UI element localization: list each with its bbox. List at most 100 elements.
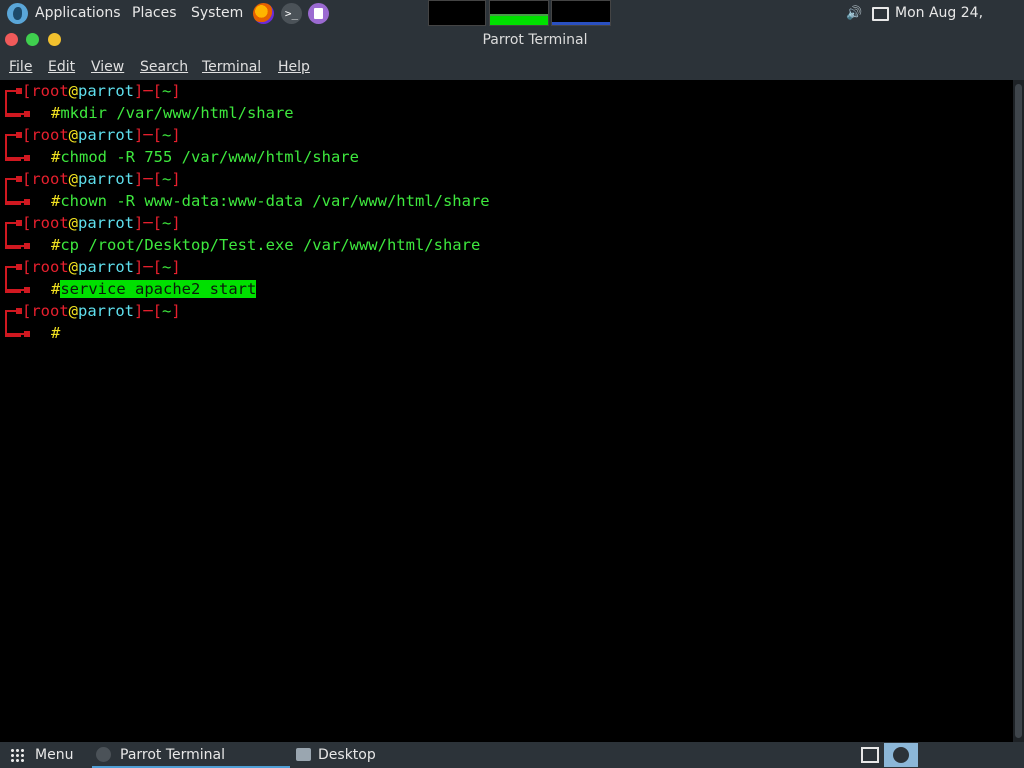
task-desktop[interactable]: Desktop <box>292 742 490 768</box>
prompt-dir: ~ <box>162 126 172 144</box>
terminal-scrollbar[interactable] <box>1013 80 1024 742</box>
prompt-line-icon <box>5 308 22 314</box>
prompt-close-bracket: ] <box>171 258 181 276</box>
terminal-tray-icon[interactable] <box>884 743 918 767</box>
display-icon[interactable] <box>872 7 889 21</box>
task-label: Desktop <box>318 747 376 763</box>
prompt-close-bracket: ] <box>171 82 181 100</box>
menu-view[interactable]: View <box>91 54 124 80</box>
prompt-line: [root@parrot]─[~] <box>22 124 181 146</box>
menubar: File Edit View Search Terminal Help <box>0 54 1024 80</box>
command-text: cp /root/Desktop/Test.exe /var/www/html/… <box>60 236 481 254</box>
prompt-open-bracket: [ <box>22 258 32 276</box>
prompt-host: parrot <box>78 302 135 320</box>
command-line: #chmod -R 755 /var/www/html/share <box>51 146 359 168</box>
prompt-line: [root@parrot]─[~] <box>22 168 181 190</box>
prompt-hash: # <box>51 324 61 342</box>
prompt-at: @ <box>68 170 79 188</box>
prompt-hash: # <box>51 280 61 298</box>
menu-edit[interactable]: Edit <box>48 54 75 80</box>
prompt-arrow-icon <box>5 331 30 337</box>
menu-search[interactable]: Search <box>140 54 188 80</box>
prompt-separator: ]─[ <box>134 302 163 320</box>
scrollbar-thumb[interactable] <box>1015 84 1022 738</box>
task-parrot-terminal[interactable]: Parrot Terminal <box>92 742 290 768</box>
command-line: # <box>51 322 60 344</box>
prompt-separator: ]─[ <box>134 82 163 100</box>
parrot-logo-icon[interactable] <box>7 3 28 24</box>
prompt-host: parrot <box>78 258 135 276</box>
prompt-host: parrot <box>78 170 135 188</box>
prompt-line-icon <box>5 220 22 226</box>
prompt-host: parrot <box>78 82 135 100</box>
prompt-user: root <box>31 214 69 232</box>
prompt-dir: ~ <box>162 214 172 232</box>
applications-menu[interactable]: Applications <box>35 0 121 27</box>
prompt-separator: ]─[ <box>134 214 163 232</box>
prompt-open-bracket: [ <box>22 126 32 144</box>
window-title: Parrot Terminal <box>482 32 588 48</box>
prompt-arrow-icon <box>5 111 30 117</box>
firefox-icon[interactable] <box>253 3 274 24</box>
menu-button[interactable]: Menu <box>35 742 73 768</box>
command-line: #cp /root/Desktop/Test.exe /var/www/html… <box>51 234 480 256</box>
window-titlebar[interactable]: Parrot Terminal <box>0 27 1024 54</box>
places-menu[interactable]: Places <box>132 0 177 27</box>
prompt-at: @ <box>68 302 79 320</box>
prompt-line: [root@parrot]─[~] <box>22 300 181 322</box>
prompt-host: parrot <box>78 126 135 144</box>
prompt-user: root <box>31 258 69 276</box>
prompt-arrow-icon <box>5 155 30 161</box>
menu-grid-icon[interactable] <box>10 748 25 763</box>
command-line: #service apache2 start <box>51 278 257 300</box>
folder-icon <box>296 748 311 761</box>
prompt-user: root <box>31 126 69 144</box>
prompt-close-bracket: ] <box>171 126 181 144</box>
prompt-open-bracket: [ <box>22 214 32 232</box>
prompt-line-icon <box>5 88 22 94</box>
prompt-close-bracket: ] <box>171 302 181 320</box>
system-menu[interactable]: System <box>191 0 243 27</box>
prompt-line-icon <box>5 132 22 138</box>
prompt-close-bracket: ] <box>171 170 181 188</box>
prompt-dir: ~ <box>162 170 172 188</box>
command-text: service apache2 start <box>60 280 257 298</box>
prompt-separator: ]─[ <box>134 126 163 144</box>
text-editor-icon[interactable] <box>308 3 329 24</box>
prompt-line-icon <box>5 264 22 270</box>
clock[interactable]: Mon Aug 24, 00:48 <box>895 0 1024 48</box>
prompt-arrow-icon <box>5 287 30 293</box>
memory-monitor-graph[interactable] <box>489 0 549 26</box>
network-monitor-graph[interactable] <box>551 0 611 26</box>
prompt-separator: ]─[ <box>134 170 163 188</box>
cpu-monitor-graph[interactable] <box>428 0 486 26</box>
prompt-dir: ~ <box>162 258 172 276</box>
task-label: Parrot Terminal <box>120 747 226 763</box>
command-text: chmod -R 755 /var/www/html/share <box>60 148 359 166</box>
prompt-open-bracket: [ <box>22 82 32 100</box>
prompt-line: [root@parrot]─[~] <box>22 212 181 234</box>
prompt-dir: ~ <box>162 82 172 100</box>
command-line: #mkdir /var/www/html/share <box>51 102 294 124</box>
menu-file[interactable]: File <box>9 54 32 80</box>
prompt-user: root <box>31 170 69 188</box>
prompt-user: root <box>31 82 69 100</box>
prompt-at: @ <box>68 214 79 232</box>
prompt-line: [root@parrot]─[~] <box>22 256 181 278</box>
menu-terminal[interactable]: Terminal <box>202 54 261 80</box>
volume-icon[interactable]: 🔊 <box>846 6 862 21</box>
prompt-separator: ]─[ <box>134 258 163 276</box>
menu-help[interactable]: Help <box>278 54 310 80</box>
top-panel: Applications Places System >_ 🔊 Mon Aug … <box>0 0 1024 48</box>
prompt-line: [root@parrot]─[~] <box>22 80 181 102</box>
prompt-hash: # <box>51 236 61 254</box>
prompt-open-bracket: [ <box>22 302 32 320</box>
terminal-icon[interactable]: >_ <box>281 3 302 24</box>
network-tray-icon[interactable] <box>861 747 879 763</box>
command-text: chown -R www-data:www-data /var/www/html… <box>60 192 490 210</box>
prompt-host: parrot <box>78 214 135 232</box>
prompt-arrow-icon <box>5 199 30 205</box>
command-line: #chown -R www-data:www-data /var/www/htm… <box>51 190 490 212</box>
prompt-line-icon <box>5 176 22 182</box>
terminal-output[interactable]: [root@parrot]─[~] #mkdir /var/www/html/sh… <box>0 80 1013 742</box>
